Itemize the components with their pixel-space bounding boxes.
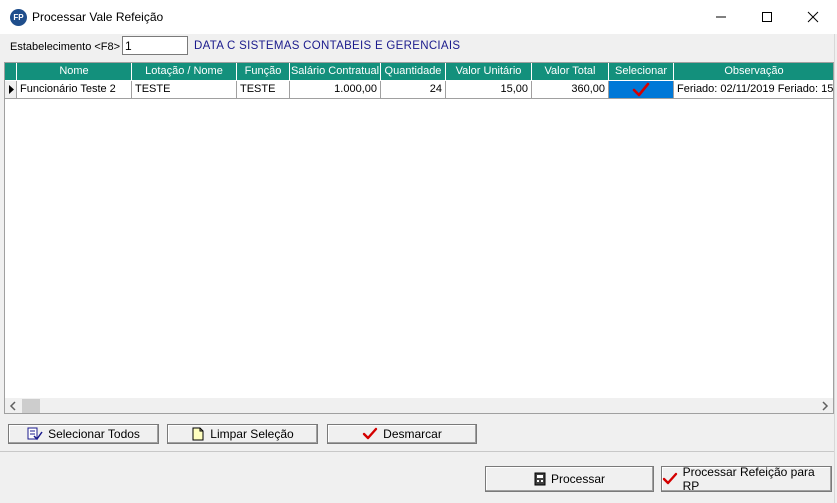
- processar-rp-label: Processar Refeição para RP: [682, 465, 815, 493]
- column-header-quantidade[interactable]: Quantidade: [381, 63, 446, 81]
- cell-quantidade[interactable]: 24: [381, 81, 446, 99]
- maximize-button[interactable]: [744, 0, 790, 34]
- employees-grid[interactable]: Nome Lotação / Nome Função Salário Contr…: [4, 62, 834, 414]
- check-icon: [362, 427, 378, 440]
- column-header-observacao[interactable]: Observação: [674, 63, 833, 81]
- header-indicator: [5, 63, 17, 81]
- column-header-lotacao[interactable]: Lotação / Nome: [132, 63, 237, 81]
- clear-page-icon: [192, 427, 204, 441]
- processar-button[interactable]: Processar: [485, 466, 654, 492]
- minimize-button[interactable]: [698, 0, 744, 34]
- limpar-selecao-button[interactable]: Limpar Seleção: [167, 424, 318, 444]
- estabelecimento-label: Estabelecimento <F8>: [10, 41, 121, 53]
- cell-lotacao[interactable]: TESTE: [132, 81, 237, 99]
- estabelecimento-name: DATA C SISTEMAS CONTABEIS E GERENCIAIS: [194, 40, 461, 52]
- processar-rp-button[interactable]: Processar Refeição para RP: [661, 465, 832, 493]
- cell-observacao[interactable]: Feriado: 02/11/2019 Feriado: 15/: [674, 81, 833, 99]
- calculator-icon: [534, 472, 546, 486]
- scroll-right-icon[interactable]: [820, 400, 830, 412]
- horizontal-scrollbar[interactable]: [5, 398, 833, 413]
- cell-valor-total[interactable]: 360,00: [532, 81, 609, 99]
- cell-salario[interactable]: 1.000,00: [290, 81, 381, 99]
- cell-valor-unitario[interactable]: 15,00: [446, 81, 532, 99]
- column-header-funcao[interactable]: Função: [237, 63, 290, 81]
- title-bar: FP Processar Vale Refeição: [0, 0, 837, 34]
- column-header-valor-unitario[interactable]: Valor Unitário: [446, 63, 532, 81]
- column-header-nome[interactable]: Nome: [17, 63, 132, 81]
- selecionar-todos-button[interactable]: Selecionar Todos: [8, 424, 159, 444]
- minimize-icon: [716, 16, 726, 18]
- desmarcar-label: Desmarcar: [383, 427, 442, 441]
- cell-nome[interactable]: Funcionário Teste 2: [17, 81, 132, 99]
- processar-label: Processar: [550, 472, 606, 486]
- column-header-valor-total[interactable]: Valor Total: [532, 63, 609, 81]
- desmarcar-button[interactable]: Desmarcar: [327, 424, 477, 444]
- row-pointer-icon: [9, 85, 14, 94]
- estabelecimento-input[interactable]: [122, 36, 188, 55]
- column-header-selecionar[interactable]: Selecionar: [609, 63, 674, 81]
- scroll-left-icon[interactable]: [8, 400, 18, 412]
- cell-selecionar[interactable]: [609, 81, 674, 99]
- cell-funcao[interactable]: TESTE: [237, 81, 290, 99]
- selecionar-todos-label: Selecionar Todos: [48, 427, 140, 441]
- check-icon: [632, 82, 650, 97]
- grid-header: Nome Lotação / Nome Função Salário Contr…: [5, 63, 833, 81]
- table-row[interactable]: Funcionário Teste 2 TESTE TESTE 1.000,00…: [5, 81, 833, 99]
- column-header-salario[interactable]: Salário Contratual: [290, 63, 381, 81]
- select-all-icon: [27, 427, 43, 441]
- app-logo-icon: FP: [10, 9, 27, 26]
- close-button[interactable]: [790, 0, 836, 34]
- row-indicator: [5, 81, 17, 99]
- limpar-selecao-label: Limpar Seleção: [210, 427, 294, 441]
- maximize-icon: [762, 12, 772, 22]
- check-icon: [662, 472, 678, 485]
- close-icon: [807, 11, 819, 23]
- divider: [0, 451, 834, 452]
- scrollbar-thumb[interactable]: [22, 399, 40, 413]
- window-title: Processar Vale Refeição: [32, 10, 164, 24]
